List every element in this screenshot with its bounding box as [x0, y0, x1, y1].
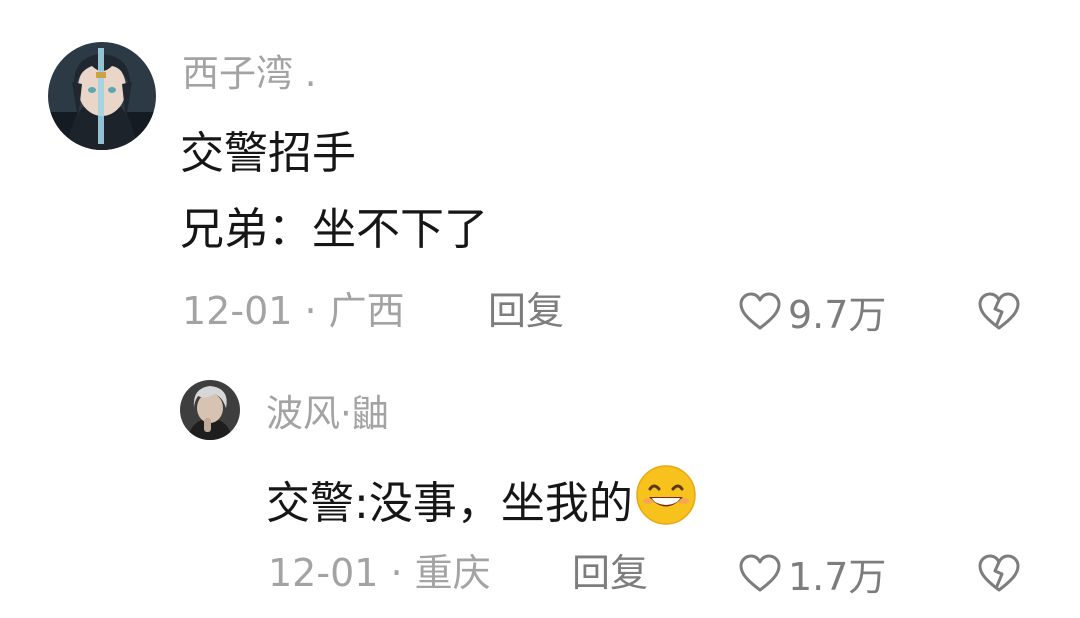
- comment-meta: 12-01 · 广西: [182, 288, 405, 334]
- reply-button[interactable]: 回复: [572, 550, 648, 596]
- comment-text-line: 交警招手: [180, 128, 356, 179]
- comment-location: 重庆: [414, 551, 491, 595]
- like-count: 1.7万: [788, 554, 887, 599]
- comment-text-line: 兄弟：坐不下了: [180, 204, 488, 255]
- comment-meta: 12-01 · 重庆: [268, 550, 491, 596]
- username[interactable]: 波风·鼬: [266, 392, 389, 436]
- comment-date: 12-01: [182, 289, 293, 333]
- like-button[interactable]: 9.7万: [738, 288, 886, 337]
- like-count: 9.7万: [788, 292, 887, 337]
- broken-heart-icon: [978, 554, 1020, 592]
- like-button[interactable]: 1.7万: [738, 550, 886, 599]
- comment-location: 广西: [328, 289, 405, 333]
- avatar[interactable]: [180, 380, 240, 440]
- dislike-button[interactable]: [976, 552, 1022, 594]
- username[interactable]: 西子湾 .: [182, 52, 317, 96]
- heart-outline-icon: [739, 292, 781, 330]
- comment-text: 交警:没事，坐我的: [266, 464, 697, 530]
- dislike-button[interactable]: [976, 290, 1022, 332]
- comment-text-content: 交警:没事，坐我的: [266, 478, 633, 529]
- comment-date: 12-01: [268, 551, 379, 595]
- grinning-face-emoji: [636, 465, 696, 525]
- reply-button[interactable]: 回复: [488, 288, 564, 334]
- broken-heart-icon: [978, 292, 1020, 330]
- person-avatar-image: [180, 380, 240, 440]
- meta-separator: ·: [378, 551, 415, 595]
- avatar[interactable]: [48, 42, 156, 150]
- heart-outline-icon: [739, 554, 781, 592]
- anime-avatar-image: [48, 42, 156, 150]
- meta-separator: ·: [292, 289, 329, 333]
